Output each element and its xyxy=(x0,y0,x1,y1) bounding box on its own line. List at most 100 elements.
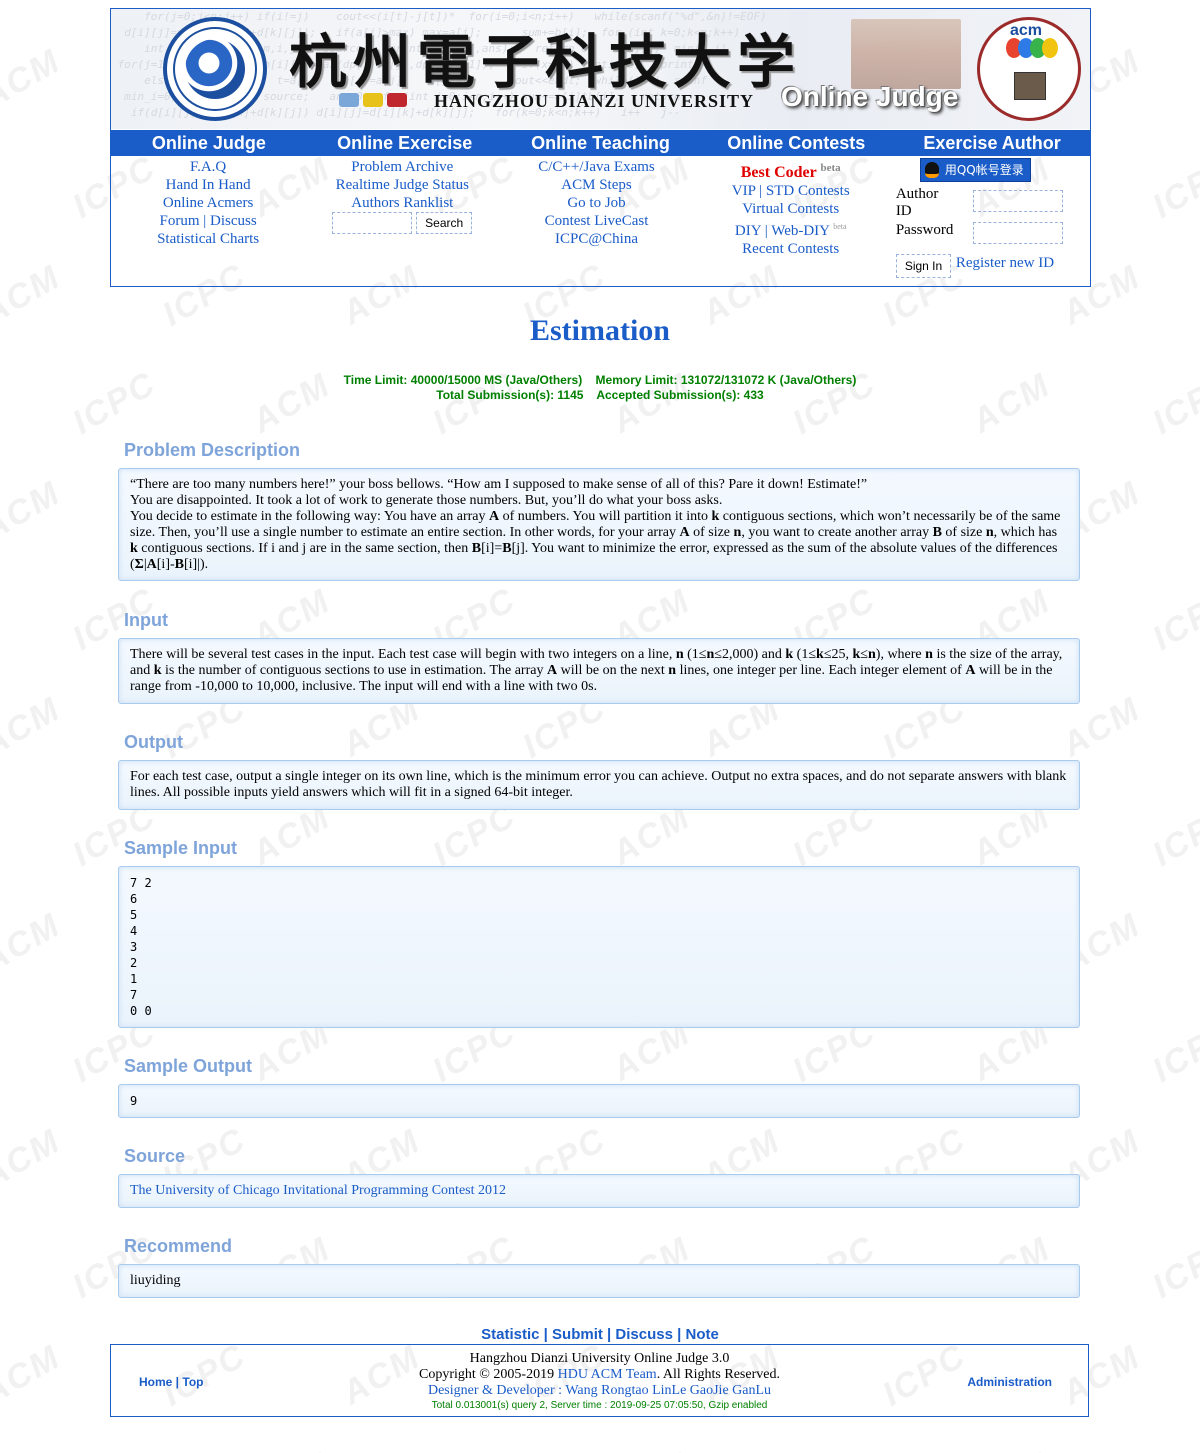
link-realtime-judge-status[interactable]: Realtime Judge Status xyxy=(336,177,469,193)
nav-header-online-exercise: Online Exercise xyxy=(337,133,473,153)
top-link[interactable]: Top xyxy=(182,1375,203,1389)
banner: for(j=0;j<n;j++) if(i!=j) cout<<(i[t]-j[… xyxy=(111,9,1090,129)
search-input[interactable] xyxy=(332,212,413,234)
limits-submissions: Total Submission(s): 1145 Accepted Submi… xyxy=(436,388,764,402)
link-best-coder[interactable]: Best Coder xyxy=(741,164,817,181)
discuss-link[interactable]: Discuss xyxy=(615,1326,673,1343)
link-recent-contests[interactable]: Recent Contests xyxy=(742,241,839,257)
link-std-contests[interactable]: STD Contests xyxy=(766,183,850,199)
description-para-2: You are disappointed. It took a lot of w… xyxy=(130,493,723,508)
source-link[interactable]: The University of Chicago Invitational P… xyxy=(130,1183,506,1198)
link-web-diy[interactable]: Web-DIY xyxy=(771,223,829,239)
watermark-text: ACM xyxy=(0,1121,68,1197)
link-cpp-java-exams[interactable]: C/C++/Java Exams xyxy=(538,159,655,175)
university-english-name: HANGZHOU DIANZI UNIVERSITY xyxy=(434,91,755,111)
link-icpc-china[interactable]: ICPC@China xyxy=(555,231,638,247)
watermark-text: ICPC xyxy=(1146,1228,1200,1306)
copyright-suffix: . All Rights Reserved. xyxy=(656,1367,780,1382)
login-panel: 用QQ帐号登录 Author ID Password Sign In Regis… xyxy=(888,157,1090,285)
sample-input-box[interactable]: 7 2 6 5 4 3 2 1 7 0 0 xyxy=(118,866,1080,1028)
nav-columns: F.A.Q Hand In Hand Online Acmers Forum |… xyxy=(111,157,1090,285)
note-link[interactable]: Note xyxy=(686,1326,719,1343)
problem-search-form: Search xyxy=(305,212,499,234)
nav-col-online-teaching: C/C++/Java Exams ACM Steps Go to Job Con… xyxy=(499,157,693,285)
qq-penguin-icon xyxy=(924,161,939,178)
link-online-acmers[interactable]: Online Acmers xyxy=(163,195,253,211)
campus-building-image xyxy=(851,19,961,89)
watermark-text: ICPC xyxy=(1146,148,1200,226)
nav-header-exercise-author: Exercise Author xyxy=(923,133,1061,153)
header-box: for(j=0;j<n;j++) if(i!=j) cout<<(i[t]-j[… xyxy=(110,8,1091,287)
link-faq[interactable]: F.A.Q xyxy=(190,159,226,175)
footer-right-links: Administration xyxy=(967,1374,1052,1390)
nav-header-online-judge: Online Judge xyxy=(151,133,266,153)
link-vip[interactable]: VIP xyxy=(732,183,756,199)
link-statistical-charts[interactable]: Statistical Charts xyxy=(157,231,259,247)
footer: Home | Top Administration Hangzhou Dianz… xyxy=(110,1344,1089,1417)
hdu-acm-team-link[interactable]: HDU ACM Team xyxy=(558,1367,657,1382)
problem-title: Estimation xyxy=(529,314,670,347)
online-judge-title: Online Judge xyxy=(781,81,959,112)
submit-link[interactable]: Submit xyxy=(552,1326,603,1343)
section-heading-description: Problem Description xyxy=(124,440,301,460)
nav-col-online-exercise: Problem Archive Realtime Judge Status Au… xyxy=(305,157,499,285)
output-text: For each test case, output a single inte… xyxy=(130,769,1067,800)
best-coder-beta-badge: beta xyxy=(820,162,841,174)
banner-icons xyxy=(339,93,411,112)
nav-col-online-contests: Best Coder beta VIP | STD Contests Virtu… xyxy=(731,162,850,257)
watermark-text: ACM xyxy=(0,473,68,549)
author-id-label: Author ID xyxy=(895,186,939,219)
password-input[interactable] xyxy=(972,222,1063,244)
watermark-text: ICPC xyxy=(66,1444,163,1453)
description-para-1: “There are too many numbers here!” your … xyxy=(130,477,868,492)
problem-action-links: Statistic | Submit | Discuss | Note xyxy=(481,1326,719,1343)
watermark-text: ICPC xyxy=(426,1444,523,1453)
limits-time-memory: Time Limit: 40000/15000 MS (Java/Others)… xyxy=(343,373,857,387)
search-button[interactable]: Search xyxy=(416,212,473,234)
web-diy-beta-badge: beta xyxy=(833,222,847,231)
designer-link[interactable]: Designer & Developer : Wang Rongtao LinL… xyxy=(428,1383,771,1398)
link-hand-in-hand[interactable]: Hand In Hand xyxy=(166,177,251,193)
footer-left-links: Home | Top xyxy=(139,1375,204,1389)
link-diy[interactable]: DIY xyxy=(735,223,761,239)
sample-output-box[interactable]: 9 xyxy=(118,1084,1080,1118)
watermark-text: ACM xyxy=(0,905,68,981)
section-heading-sample-output: Sample Output xyxy=(124,1056,253,1076)
hdu-logo[interactable] xyxy=(163,17,267,121)
watermark-text: ICPC xyxy=(1146,1012,1200,1090)
watermark-text: ICPC xyxy=(1146,580,1200,658)
section-heading-recommend: Recommend xyxy=(124,1236,233,1256)
statistic-link[interactable]: Statistic xyxy=(481,1326,539,1343)
output-box: For each test case, output a single inte… xyxy=(118,760,1080,810)
input-box: There will be several test cases in the … xyxy=(118,638,1080,704)
home-link[interactable]: Home xyxy=(139,1375,172,1389)
administration-link[interactable]: Administration xyxy=(967,1375,1052,1389)
link-go-to-job[interactable]: Go to Job xyxy=(567,195,625,211)
password-row: Password xyxy=(896,222,1090,244)
nav-header-online-teaching: Online Teaching xyxy=(531,133,670,153)
server-stats: Total 0.013001(s) query 2, Server time :… xyxy=(431,1400,768,1411)
link-forum[interactable]: Forum xyxy=(160,213,200,229)
acm-icpc-logo[interactable]: acm xyxy=(977,17,1081,121)
link-virtual-contests[interactable]: Virtual Contests xyxy=(742,201,839,217)
author-id-input[interactable] xyxy=(972,190,1063,212)
section-heading-input: Input xyxy=(124,610,168,630)
watermark-text: ACM xyxy=(0,1337,68,1413)
register-link[interactable]: Register new ID xyxy=(956,254,1054,272)
copyright-prefix: Copyright © 2005-2019 xyxy=(419,1367,558,1382)
watermark-text: ACM xyxy=(0,41,68,117)
recommend-box: liuyiding xyxy=(118,1264,1080,1298)
qq-login-button[interactable]: 用QQ帐号登录 xyxy=(919,158,1031,182)
recommend-author: liuyiding xyxy=(130,1273,181,1288)
description-para-3: You decide to estimate in the following … xyxy=(130,509,1061,572)
input-text: There will be several test cases in the … xyxy=(130,647,1063,694)
link-authors-ranklist[interactable]: Authors Ranklist xyxy=(351,195,453,211)
link-discuss[interactable]: Discuss xyxy=(210,213,257,229)
section-heading-output: Output xyxy=(124,732,183,752)
sign-in-button[interactable]: Sign In xyxy=(895,254,952,278)
link-contest-livecast[interactable]: Contest LiveCast xyxy=(545,213,649,229)
problem-limits: Time Limit: 40000/15000 MS (Java/Others)… xyxy=(0,373,1200,403)
link-problem-archive[interactable]: Problem Archive xyxy=(351,159,453,175)
link-acm-steps[interactable]: ACM Steps xyxy=(561,177,631,193)
watermark-text: ICPC xyxy=(1146,1444,1200,1453)
